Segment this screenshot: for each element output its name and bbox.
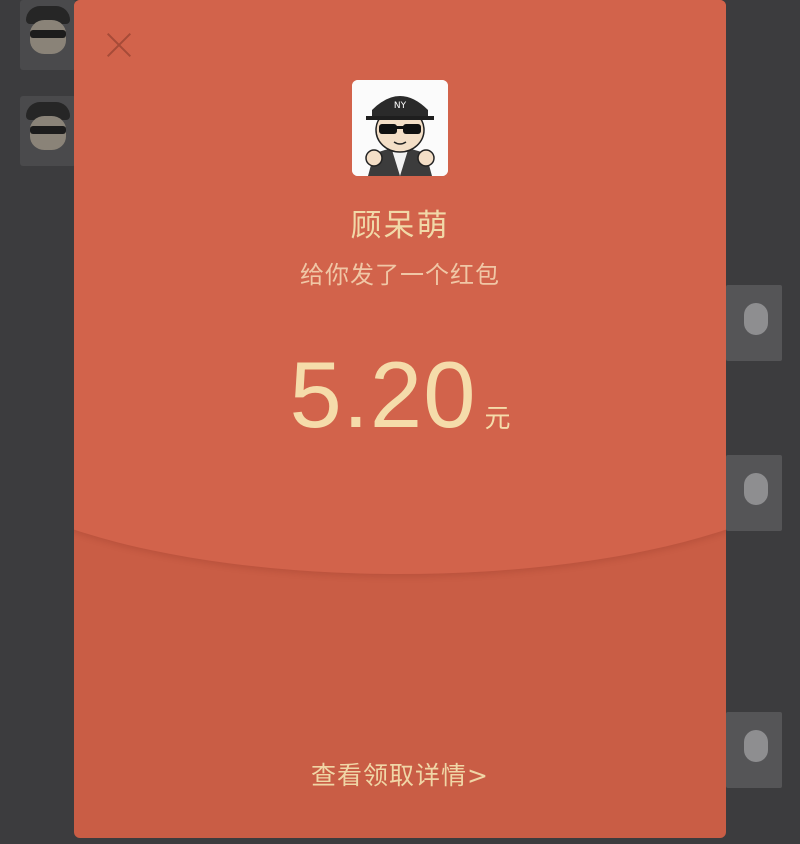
photo-thumbnail-icon xyxy=(726,285,782,361)
chat-avatar-icon xyxy=(20,0,76,70)
red-packet-modal: NY 顾呆萌 给你发了一个红包 5.20 元 查看领取详情> xyxy=(74,0,726,838)
sender-avatar: NY xyxy=(352,80,448,176)
sender-name: 顾呆萌 xyxy=(350,208,450,244)
cartoon-avatar-icon: NY xyxy=(352,80,448,176)
view-details-label: 查看领取详情 xyxy=(311,761,468,790)
close-button[interactable] xyxy=(104,30,134,60)
photo-thumbnail-icon xyxy=(726,712,782,788)
amount-value: 5.20 xyxy=(289,342,477,447)
chevron-right-icon: > xyxy=(467,761,489,790)
photo-thumbnail-icon xyxy=(726,455,782,531)
view-details-link[interactable]: 查看领取详情> xyxy=(74,756,726,792)
currency-unit: 元 xyxy=(484,404,511,434)
amount-row: 5.20 元 xyxy=(74,345,726,445)
svg-text:NY: NY xyxy=(394,101,407,111)
chat-avatar-icon xyxy=(20,96,76,166)
greeting-text: 给你发了一个红包 xyxy=(300,261,500,289)
